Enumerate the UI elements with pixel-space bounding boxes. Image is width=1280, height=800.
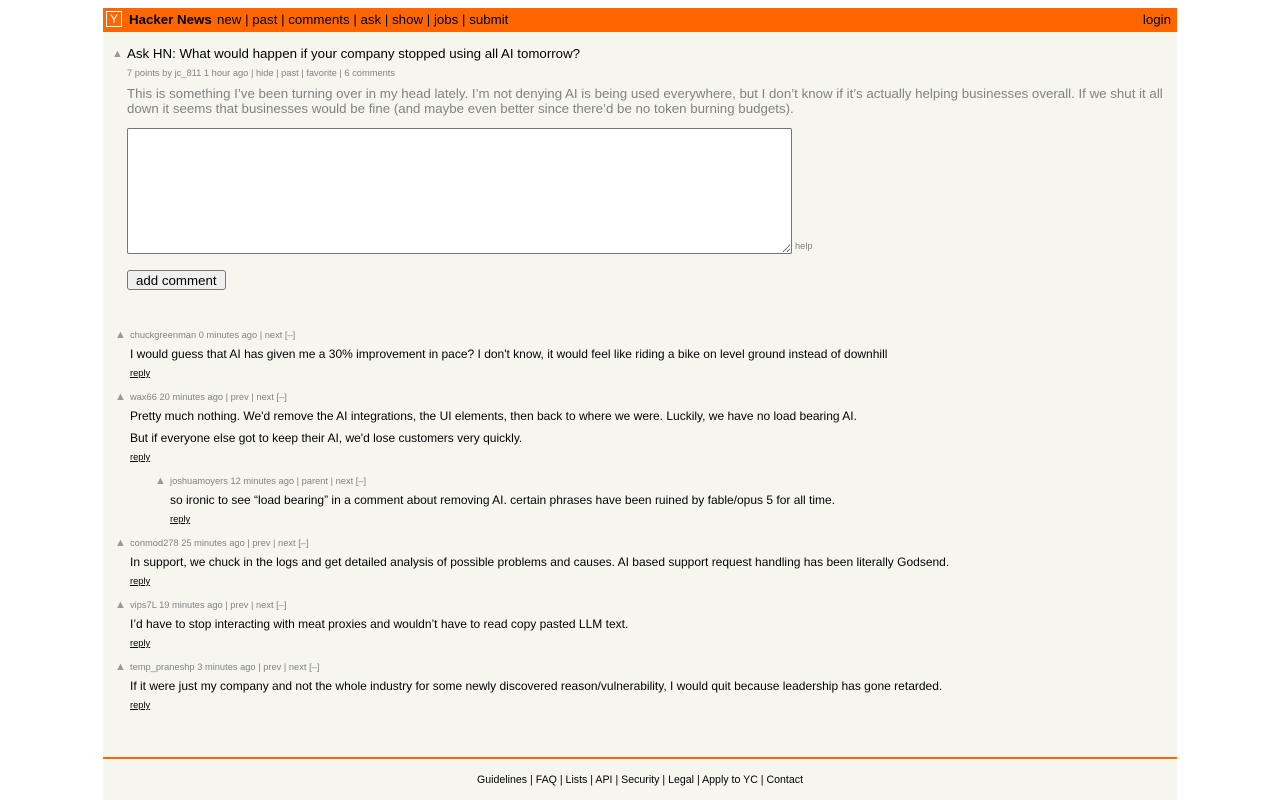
comment-collapse-toggle[interactable]: [–] [277,392,287,402]
footer-api-link[interactable]: API [595,774,612,786]
footer-divider [103,757,1177,759]
comment-text: If it were just my company and not the w… [130,679,943,693]
comment-age-link[interactable]: 19 minutes ago [159,600,223,610]
comment-header: joshuamoyers 12 minutes ago | parent | n… [170,476,367,486]
story-age-link[interactable]: 1 hour ago [204,68,248,78]
comment-upvote-icon[interactable]: ▲ [115,538,126,549]
comment-upvote-icon[interactable]: ▲ [115,600,126,611]
story-past-link[interactable]: past [281,68,299,78]
comment-age-link[interactable]: 12 minutes ago [230,476,294,486]
comment-age-link[interactable]: 0 minutes ago [199,330,257,340]
nav-comments[interactable]: comments [288,12,349,27]
comment-header: temp_praneshp 3 minutes ago | prev | nex… [130,662,320,672]
nav-ask[interactable]: ask [360,12,381,27]
story-text: This is something I’ve been turning over… [127,86,1163,116]
comment-header: chuckgreenman 0 minutes ago | next [–] [130,330,296,340]
footer-apply-link[interactable]: Apply to YC [702,774,758,786]
comment-text: I’d have to stop interacting with meat p… [130,617,629,631]
comment-reply-link[interactable]: reply [130,368,150,378]
nav-separator: | [426,12,434,27]
comment-next-link[interactable]: next [256,392,274,402]
comment-text: But if everyone else got to keep their A… [130,431,523,445]
login-link[interactable]: login [1143,12,1171,27]
comment-header: vips7L 19 minutes ago | prev | next [–] [130,600,287,610]
y-logo-icon[interactable]: Y [106,11,122,27]
footer-security-link[interactable]: Security [621,774,659,786]
comment-user-link[interactable]: conmod278 [130,538,179,548]
comment-collapse-toggle[interactable]: [–] [298,538,308,548]
comment-text: Pretty much nothing. We'd remove the AI … [130,409,857,423]
comment-next-link[interactable]: next [278,538,296,548]
comment-prev-link[interactable]: prev [252,538,270,548]
comment-header: conmod278 25 minutes ago | prev | next [… [130,538,309,548]
comment-reply-link[interactable]: reply [130,700,150,710]
comment-user-link[interactable]: wax66 [130,392,157,402]
footer-lists-link[interactable]: Lists [566,774,588,786]
comment-collapse-toggle[interactable]: [–] [309,662,319,672]
comment-collapse-toggle[interactable]: [–] [285,330,295,340]
comment-reply-link[interactable]: reply [170,514,190,524]
comment-text: so ironic to see “load bearing” in a com… [170,493,836,507]
nav-jobs[interactable]: jobs [434,12,458,27]
story-comments-link[interactable]: 6 comments [344,68,395,78]
comment-prev-link[interactable]: prev [231,392,249,402]
comment-user-link[interactable]: temp_praneshp [130,662,195,672]
nav-new[interactable]: new [217,12,241,27]
comment-next-link[interactable]: next [256,600,274,610]
comment-parent-link[interactable]: parent [302,476,328,486]
comment-next-link[interactable]: next [336,476,354,486]
comment-header: wax66 20 minutes ago | prev | next [–] [130,392,287,402]
comment-text: I would guess that AI has given me a 30%… [130,347,888,361]
comment-upvote-icon[interactable]: ▲ [155,476,166,487]
story-title[interactable]: Ask HN: What would happen if your compan… [127,46,580,61]
page-container: Y Hacker News new | past | comments | as… [103,8,1177,800]
comment-upvote-icon[interactable]: ▲ [115,330,126,341]
story-upvote-icon[interactable]: ▲ [112,49,123,60]
comment-textarea[interactable] [127,128,792,254]
story-hide-link[interactable]: hide [256,68,274,78]
nav-separator: | [384,12,393,27]
comment-upvote-icon[interactable]: ▲ [115,392,126,403]
comment-user-link[interactable]: joshuamoyers [170,476,228,486]
story-favorite-link[interactable]: favorite [306,68,337,78]
comment-reply-link[interactable]: reply [130,638,150,648]
comment-age-link[interactable]: 3 minutes ago [197,662,255,672]
comment-age-link[interactable]: 25 minutes ago [181,538,245,548]
site-name-link[interactable]: Hacker News [129,12,212,27]
comment-reply-link[interactable]: reply [130,452,150,462]
footer-guidelines-link[interactable]: Guidelines [477,774,527,786]
comment-next-link[interactable]: next [289,662,307,672]
footer-contact-link[interactable]: Contact [767,774,804,786]
comment-collapse-toggle[interactable]: [–] [276,600,286,610]
add-comment-button[interactable]: add comment [127,270,226,290]
nav-past[interactable]: past [252,12,277,27]
comment-text: In support, we chuck in the logs and get… [130,555,950,569]
footer-faq-link[interactable]: FAQ [536,774,557,786]
comment-collapse-toggle[interactable]: [–] [356,476,366,486]
comment-age-link[interactable]: 20 minutes ago [159,392,223,402]
footer-links: Guidelines | FAQ | Lists | API | Securit… [103,774,1177,786]
nav-submit[interactable]: submit [469,12,508,27]
story-subtext: 7 points by jc_811 1 hour ago | hide | p… [127,68,396,78]
story-points: 7 points [127,68,160,78]
story-user-link[interactable]: jc_811 [175,68,202,78]
comment-upvote-icon[interactable]: ▲ [115,662,126,673]
top-bar: Y Hacker News new | past | comments | as… [103,8,1177,32]
comment-user-link[interactable]: vips7L [130,600,157,610]
comment-prev-link[interactable]: prev [230,600,248,610]
nav-show[interactable]: show [392,12,423,27]
top-nav: new | past | comments | ask | show | job… [217,12,508,27]
comment-user-link[interactable]: chuckgreenman [130,330,196,340]
comment-reply-link[interactable]: reply [130,576,150,586]
comment-prev-link[interactable]: prev [263,662,281,672]
formatting-help-link[interactable]: help [795,241,813,251]
footer-legal-link[interactable]: Legal [668,774,694,786]
comment-next-link[interactable]: next [265,330,283,340]
story-by-label: by [162,68,172,78]
